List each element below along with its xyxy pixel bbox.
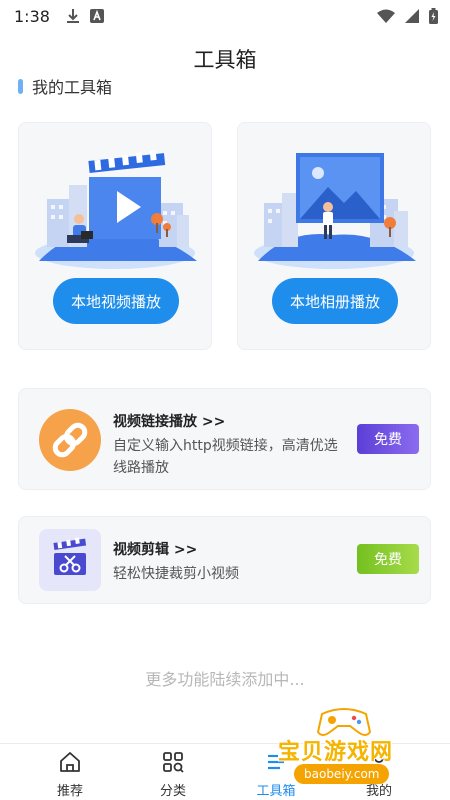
local-album-play-button[interactable]: 本地相册播放 (272, 278, 398, 324)
nav-tab-recommend[interactable]: 推荐 (25, 744, 115, 800)
nav-label-recommend: 推荐 (56, 784, 83, 799)
local-video-play-button[interactable]: 本地视频播放 (53, 278, 179, 324)
clapperboard-scissors-icon (39, 529, 101, 591)
more-features-coming-text: 更多功能陆续添加中... (145, 670, 305, 689)
video-link-play-title: 视频链接播放 >> (113, 414, 226, 430)
wifi-icon (377, 9, 395, 23)
battery-icon (429, 8, 438, 24)
watermark-logo: 宝贝游戏网 baobeiy.com (278, 700, 450, 800)
nav-tab-category[interactable]: 分类 (128, 744, 218, 800)
app-notification-icon (89, 9, 104, 23)
section-accent-bar (18, 78, 23, 94)
download-icon (66, 9, 79, 23)
link-icon (39, 409, 101, 471)
category-search-icon (163, 752, 184, 773)
watermark-url: baobeiy.com (294, 764, 390, 784)
local-album-card[interactable]: 本地相册播放 (237, 122, 431, 350)
video-link-play-card[interactable]: 视频链接播放 >> 自定义输入http视频链接，高清优选线路播放 免费 (18, 388, 431, 490)
video-edit-title: 视频剪辑 >> (113, 542, 198, 558)
status-time: 1:38 (14, 6, 50, 26)
video-edit-free-badge[interactable]: 免费 (357, 544, 419, 574)
page-title: 工具箱 (193, 48, 257, 72)
video-illustration (35, 149, 197, 269)
video-link-free-badge[interactable]: 免费 (357, 424, 419, 454)
video-link-play-description: 自定义输入http视频链接，高清优选线路播放 (113, 438, 338, 476)
cell-signal-icon (405, 9, 419, 23)
video-edit-card[interactable]: 视频剪辑 >> 轻松快捷裁剪小视频 免费 (18, 516, 431, 604)
nav-label-category: 分类 (159, 784, 186, 799)
section-title: 我的工具箱 (32, 78, 113, 97)
video-edit-description: 轻松快捷裁剪小视频 (113, 566, 239, 582)
local-video-card[interactable]: 本地视频播放 (18, 122, 212, 350)
album-illustration (254, 153, 416, 269)
home-icon (60, 752, 80, 772)
status-bar: 1:38 (0, 0, 450, 32)
watermark-title: 宝贝游戏网 (278, 740, 394, 765)
section-header: 我的工具箱 (18, 74, 112, 98)
